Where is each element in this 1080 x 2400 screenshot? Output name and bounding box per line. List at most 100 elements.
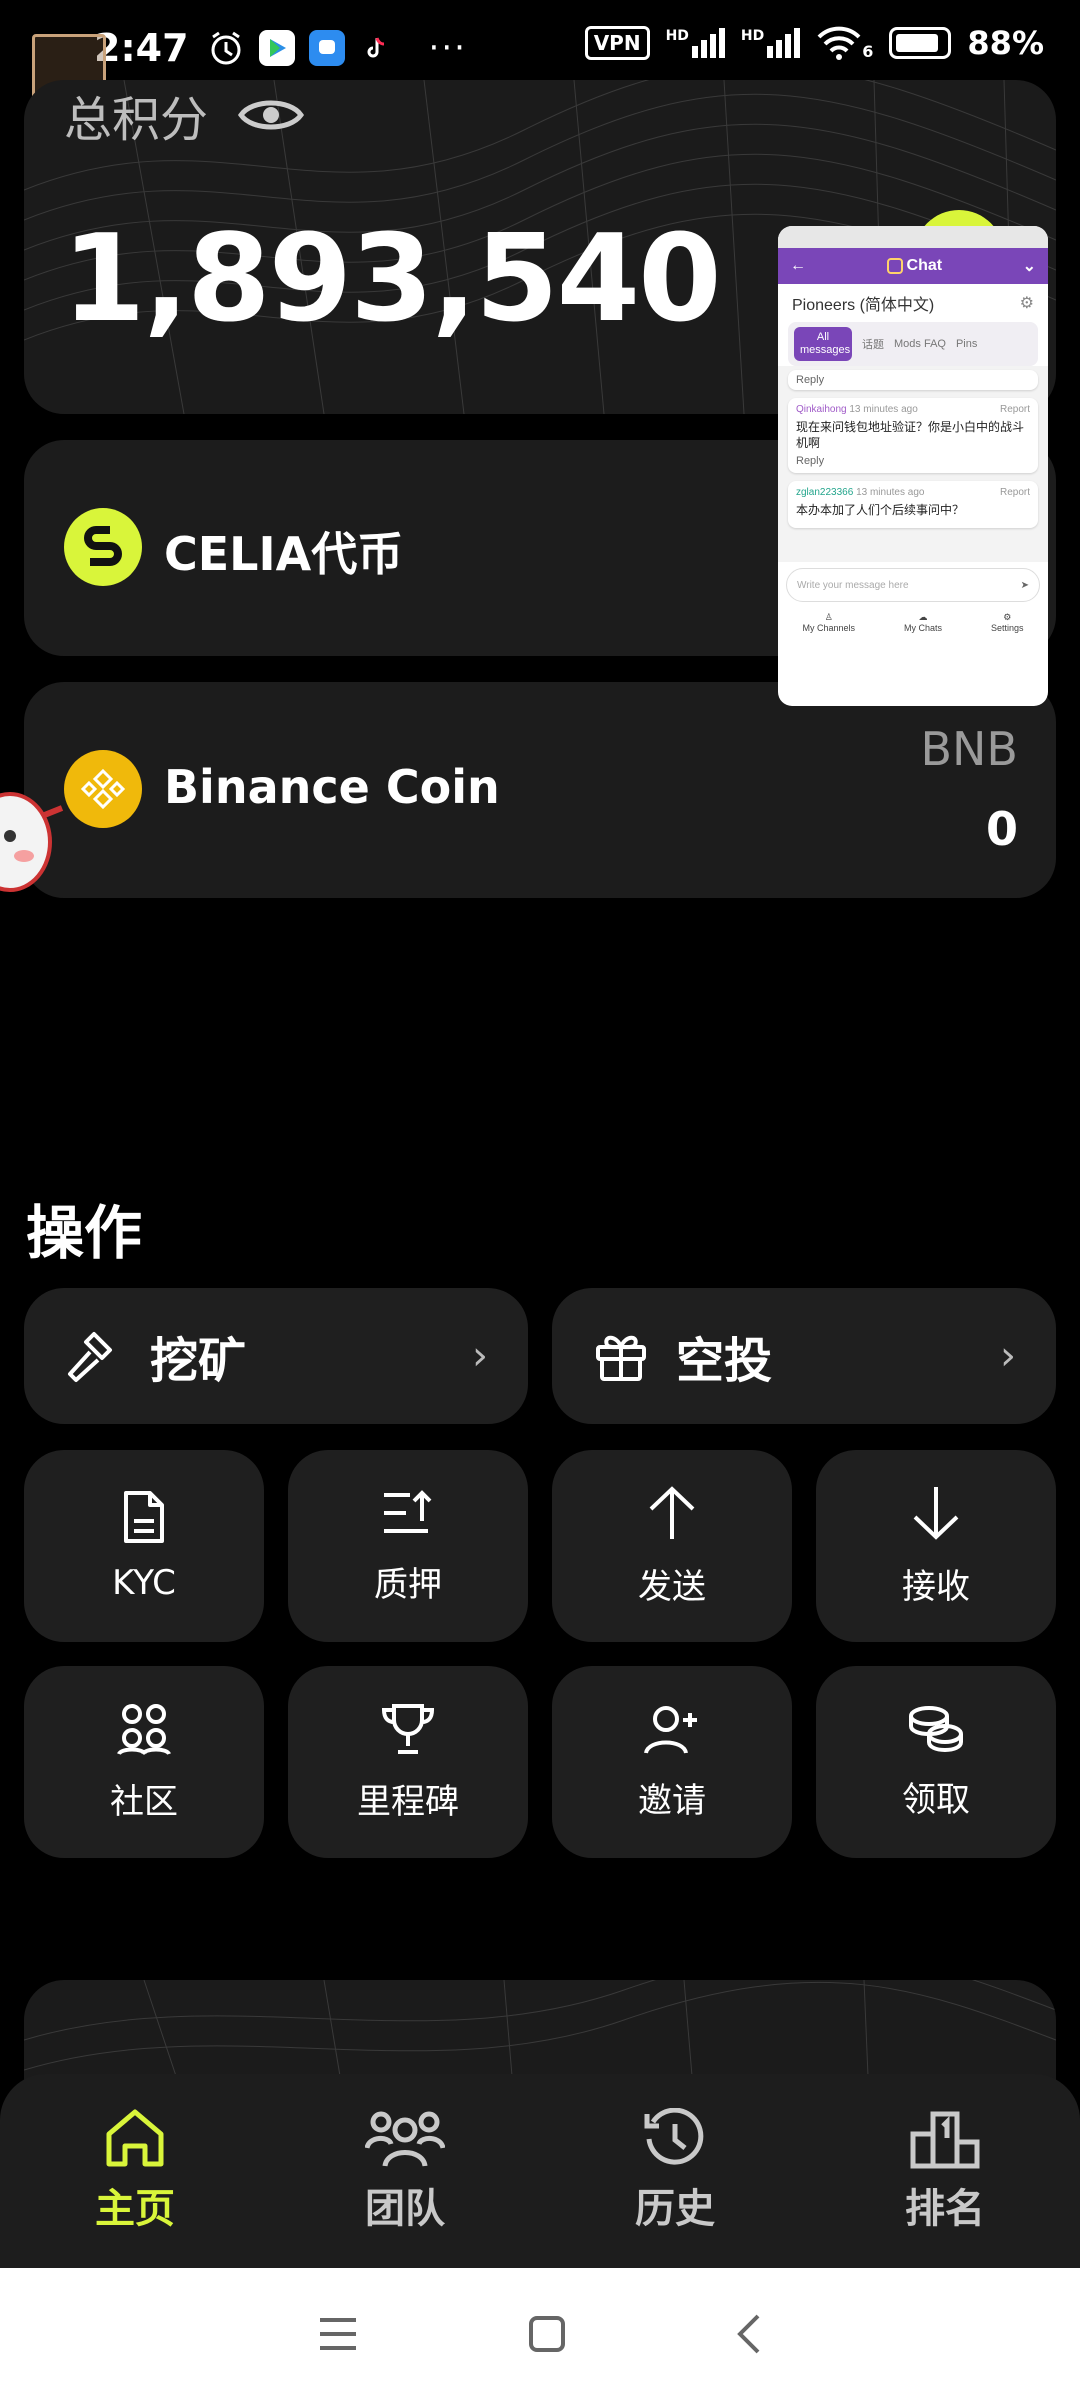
chat-tabs: All messages 话题 Mods FAQ Pins (788, 322, 1038, 366)
milestone-button[interactable]: 里程碑 (288, 1666, 528, 1858)
eye-icon[interactable] (238, 95, 305, 135)
community-button[interactable]: 社区 (24, 1666, 264, 1858)
chevron-down-icon[interactable]: ⌄ (1023, 256, 1036, 276)
message-text: 本办本加了人们个后续事问中？ (796, 503, 965, 517)
battery-icon (889, 27, 952, 59)
recent-apps-icon[interactable] (318, 2316, 358, 2352)
coin-symbol: BNB (920, 722, 1018, 776)
milestone-label: 里程碑 (357, 1781, 459, 1822)
more-notifications-icon: ··· (428, 28, 467, 68)
reply-button[interactable]: Reply (796, 374, 1030, 386)
signal-1-icon: HD (666, 28, 725, 58)
nav-home-label: 主页 (95, 2186, 175, 2232)
nav-ranking-label: 排名 (905, 2186, 985, 2232)
message-item: zglan223366 13 minutes ago Report 本办本加了人们… (788, 481, 1038, 528)
bnb-coin-icon (64, 750, 142, 828)
document-icon (124, 1491, 164, 1543)
coin-card-bnb[interactable]: Binance Coin BNB 0 (24, 682, 1056, 898)
receive-button[interactable]: 接收 (816, 1450, 1056, 1642)
chat-input-placeholder: Write your message here (797, 579, 909, 591)
notification-icons: ··· (207, 28, 467, 68)
invite-button[interactable]: 邀请 (552, 1666, 792, 1858)
gift-icon (596, 1335, 646, 1381)
invite-label: 邀请 (638, 1780, 706, 1821)
settings-icon: ⚙ (1003, 612, 1012, 622)
reply-button[interactable]: Reply (796, 455, 1030, 467)
nav-my-channels[interactable]: ♙ My Channels (802, 612, 855, 633)
chevron-right-icon: › (472, 1333, 488, 1379)
add-user-icon (644, 1705, 697, 1754)
hammer-icon (68, 1332, 112, 1382)
arrow-down-icon (913, 1486, 959, 1540)
messenger-icon (308, 30, 345, 66)
stake-label: 质押 (374, 1564, 442, 1605)
nav-team[interactable]: 团队 (305, 2108, 505, 2234)
back-arrow-icon[interactable]: ← (790, 257, 806, 275)
community-label: 社区 (110, 1781, 178, 1822)
chat-header: ← Chat ⌄ (778, 248, 1048, 284)
play-store-icon (258, 30, 295, 66)
receive-label: 接收 (902, 1566, 970, 1607)
message-user[interactable]: zglan223366 (796, 487, 853, 498)
nav-history-label: 历史 (635, 2186, 715, 2232)
message-item: Qinkaihong 13 minutes ago Report 现在来问钱包地址… (788, 398, 1038, 473)
kyc-label: KYC (112, 1563, 176, 1603)
trophy-icon (381, 1703, 435, 1754)
send-icon[interactable]: ➤ (1021, 580, 1029, 591)
stake-icon (384, 1489, 432, 1533)
filter-icon[interactable]: ⚙ (1020, 293, 1034, 313)
floating-assistant-icon[interactable] (0, 776, 68, 906)
chat-message-input[interactable]: Write your message here ➤ (786, 568, 1040, 602)
coin-name: CELIA代币 (164, 527, 404, 581)
mine-button[interactable]: 挖矿 › (24, 1288, 528, 1424)
clock: 2:47 (94, 26, 189, 70)
coins-icon (909, 1705, 963, 1752)
total-points-value: 1,893,540 (62, 210, 722, 349)
back-icon[interactable] (736, 2314, 762, 2354)
channels-icon: ♙ (824, 612, 833, 622)
vpn-badge: VPN (584, 26, 650, 60)
coin-name: Binance Coin (164, 760, 500, 814)
tab-all-messages[interactable]: All messages (794, 327, 852, 361)
chat-message-list[interactable]: Reply Qinkaihong 13 minutes ago Report 现在… (778, 366, 1048, 562)
team-icon (365, 2111, 445, 2167)
claim-button[interactable]: 领取 (816, 1666, 1056, 1858)
claim-label: 领取 (902, 1779, 970, 1820)
nav-history[interactable]: 历史 (575, 2108, 775, 2234)
message-time: 13 minutes ago (849, 404, 918, 415)
total-points-header: 总积分 (64, 80, 305, 150)
tiktok-icon (358, 30, 395, 66)
tab-mods-faq[interactable]: Mods FAQ (894, 338, 946, 350)
celia-coin-icon (64, 508, 142, 586)
coin-balance: 0 (985, 802, 1018, 856)
chat-window-handle[interactable] (778, 226, 1048, 248)
arrow-up-icon (649, 1485, 695, 1539)
nav-my-chats[interactable]: ☁ My Chats (904, 612, 942, 633)
mine-label: 挖矿 (150, 1333, 247, 1389)
nav-ranking[interactable]: 排名 (845, 2108, 1045, 2234)
stake-button[interactable]: 质押 (288, 1450, 528, 1642)
message-item: Reply (788, 370, 1038, 390)
kyc-button[interactable]: KYC (24, 1450, 264, 1642)
airdrop-label: 空投 (676, 1333, 773, 1389)
wifi-icon: 6 (816, 25, 873, 61)
bottom-navigation: 主页 团队 历史 排名 (0, 2074, 1080, 2268)
airdrop-button[interactable]: 空投 › (552, 1288, 1056, 1424)
home-square-icon[interactable] (528, 2315, 566, 2353)
tab-topics[interactable]: 话题 (862, 336, 884, 352)
chevron-right-icon: › (1000, 1333, 1016, 1379)
chat-bottom-nav: ♙ My Channels ☁ My Chats ⚙ Settings (778, 608, 1048, 633)
report-button[interactable]: Report (1000, 487, 1030, 498)
home-icon (106, 2109, 164, 2167)
nav-home[interactable]: 主页 (35, 2108, 235, 2234)
send-button[interactable]: 发送 (552, 1450, 792, 1642)
chat-room-bar: Pioneers (简体中文) ⚙ (778, 284, 1048, 322)
signal-2-icon: HD (741, 28, 801, 58)
message-text: 现在来问钱包地址验证？你是小白中的战斗机啊 (796, 420, 1025, 450)
nav-settings[interactable]: ⚙ Settings (991, 612, 1024, 633)
tab-pins[interactable]: Pins (956, 338, 977, 350)
history-icon (644, 2108, 704, 2165)
report-button[interactable]: Report (1000, 404, 1030, 415)
message-user[interactable]: Qinkaihong (796, 404, 847, 415)
chat-popup-window[interactable]: ← Chat ⌄ Pioneers (简体中文) ⚙ All messages … (778, 226, 1048, 706)
